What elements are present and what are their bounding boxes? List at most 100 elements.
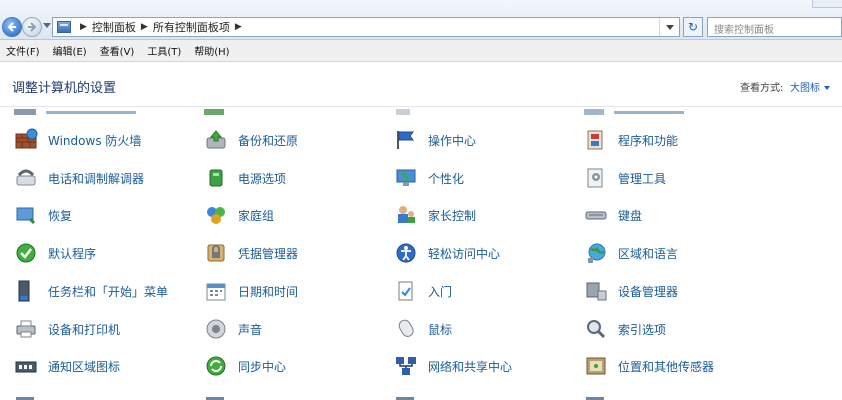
phone-modem-icon — [14, 166, 38, 190]
control-panel-item-label: 鼠标 — [428, 322, 453, 337]
control-panel-item[interactable]: 家长控制 — [394, 201, 476, 229]
control-panel-item-label: 设备管理器 — [618, 284, 679, 299]
control-panel-item[interactable]: 鼠标 — [394, 315, 452, 343]
control-panel-item[interactable]: 轻松访问中心 — [394, 239, 500, 267]
chevron-right-icon: ▶ — [140, 22, 148, 32]
view-by-dropdown[interactable]: 大图标 — [787, 77, 833, 96]
control-panel-item[interactable]: 声音 — [204, 315, 262, 343]
chevron-down-icon — [824, 86, 830, 90]
control-panel-item-label: 区域和语言 — [618, 246, 679, 261]
keyboard-icon — [584, 203, 608, 227]
control-panel-item-label: 默认程序 — [48, 246, 97, 261]
menu-file[interactable]: 文件(F) — [6, 43, 40, 58]
partial-row-item — [204, 108, 234, 116]
partial-item-icon — [396, 109, 410, 115]
address-box[interactable]: ▶ 控制面板 ▶ 所有控制面板项 ▶ — [52, 17, 680, 37]
forward-button[interactable] — [22, 17, 42, 37]
control-panel-item-label: 通知区域图标 — [48, 359, 121, 374]
menu-tools[interactable]: 工具(T) — [147, 43, 181, 58]
control-panel-item[interactable]: 区域和语言 — [584, 239, 678, 267]
programs-features-icon — [584, 128, 608, 152]
control-panel-item[interactable]: 设备和打印机 — [14, 315, 120, 343]
control-panel-item[interactable]: 任务栏和「开始」菜单 — [14, 277, 168, 305]
back-button[interactable] — [2, 17, 22, 37]
homegroup-icon — [204, 203, 228, 227]
control-panel-item[interactable]: 默认程序 — [14, 239, 96, 267]
control-panel-item-label: 网络和共享中心 — [428, 359, 513, 374]
sound-icon — [204, 317, 228, 341]
control-panel-item[interactable]: 键盘 — [584, 201, 642, 229]
control-panel-item-label: 家长控制 — [428, 208, 477, 223]
partial-item-icon — [584, 109, 684, 115]
control-panel-item-label: 轻松访问中心 — [428, 246, 501, 261]
control-panel-item-label: 电话和调制解调器 — [48, 171, 145, 186]
control-panel-item[interactable]: 设备管理器 — [584, 277, 678, 305]
window-edge — [812, 0, 842, 8]
breadcrumb-control-panel[interactable]: 控制面板 — [92, 19, 136, 35]
control-panel-item[interactable]: 索引选项 — [584, 315, 666, 343]
region-language-icon — [584, 241, 608, 265]
control-panel-item[interactable]: 程序和功能 — [584, 126, 678, 154]
control-panel-item[interactable]: 恢复 — [14, 201, 72, 229]
control-panel-item[interactable]: 凭据管理器 — [204, 239, 298, 267]
view-by-label: 查看方式: — [740, 83, 784, 94]
partial-row-item — [394, 108, 424, 116]
control-panel-item-label: 程序和功能 — [618, 133, 679, 148]
control-panel-item[interactable]: 入门 — [394, 277, 452, 305]
date-time-icon — [204, 279, 228, 303]
control-panel-item[interactable]: 管理工具 — [584, 164, 666, 192]
chevron-down-icon — [665, 24, 674, 30]
partial-row-item — [14, 392, 38, 400]
menu-edit[interactable]: 编辑(E) — [53, 43, 87, 58]
control-panel-item-label: 家庭组 — [238, 208, 275, 223]
getting-started-icon — [394, 279, 418, 303]
address-bar-row: ▶ 控制面板 ▶ 所有控制面板项 ▶ ↻ 搜索控制面板 — [0, 0, 842, 40]
control-panel-item-label: 备份和还原 — [238, 133, 299, 148]
control-panel-item-label: 个性化 — [428, 171, 465, 186]
control-panel-item[interactable]: 个性化 — [394, 164, 464, 192]
partial-item-icon — [16, 397, 34, 400]
control-panel-item[interactable]: 位置和其他传感器 — [584, 352, 714, 380]
chevron-right-icon: ▶ — [80, 22, 87, 32]
control-panel-item[interactable]: 备份和还原 — [204, 126, 298, 154]
control-panel-item-label: 索引选项 — [618, 322, 667, 337]
mouse-icon — [394, 317, 418, 341]
menu-bar: 文件(F) 编辑(E) 查看(V) 工具(T) 帮助(H) — [0, 40, 842, 62]
control-panel-item[interactable]: 同步中心 — [204, 352, 286, 380]
control-panel-item-label: 位置和其他传感器 — [618, 359, 715, 374]
breadcrumb-all-items[interactable]: 所有控制面板项 — [153, 19, 230, 35]
control-panel-item-label: 凭据管理器 — [238, 246, 299, 261]
view-by-value: 大图标 — [790, 83, 820, 94]
sync-center-icon — [204, 354, 228, 378]
notification-area-icon — [14, 354, 38, 378]
ease-of-access-icon — [394, 241, 418, 265]
control-panel-item[interactable]: 电源选项 — [204, 164, 286, 192]
control-panel-item-label: 电源选项 — [238, 171, 287, 186]
control-panel-item[interactable]: 电话和调制解调器 — [14, 164, 144, 192]
partial-item-icon — [396, 397, 414, 400]
control-panel-item[interactable]: 操作中心 — [394, 126, 476, 154]
control-panel-item-label: 入门 — [428, 284, 453, 299]
default-programs-icon — [14, 241, 38, 265]
control-panel-item[interactable]: Windows 防火墙 — [14, 126, 141, 154]
control-panel-icon — [57, 21, 71, 33]
action-center-icon — [394, 128, 418, 152]
refresh-button[interactable]: ↻ — [683, 17, 703, 37]
chevron-right-icon[interactable]: ▶ — [235, 22, 242, 32]
control-panel-item[interactable]: 网络和共享中心 — [394, 352, 512, 380]
control-panel-item[interactable]: 家庭组 — [204, 201, 274, 229]
recent-pages-dropdown[interactable] — [43, 23, 51, 28]
recovery-icon — [14, 203, 38, 227]
menu-help[interactable]: 帮助(H) — [194, 43, 229, 58]
partial-row-item — [584, 108, 704, 116]
control-panel-item-label: 恢复 — [48, 208, 73, 223]
control-panel-item-label: 管理工具 — [618, 171, 667, 186]
control-panel-item-label: 任务栏和「开始」菜单 — [48, 284, 169, 299]
control-panel-item[interactable]: 通知区域图标 — [14, 352, 120, 380]
control-panel-item[interactable]: 日期和时间 — [204, 277, 298, 305]
menu-view[interactable]: 查看(V) — [100, 43, 135, 58]
address-history-dropdown[interactable] — [659, 18, 679, 36]
devices-printers-icon — [14, 317, 38, 341]
search-input[interactable]: 搜索控制面板 — [707, 17, 842, 37]
control-panel-item-label: 同步中心 — [238, 359, 287, 374]
